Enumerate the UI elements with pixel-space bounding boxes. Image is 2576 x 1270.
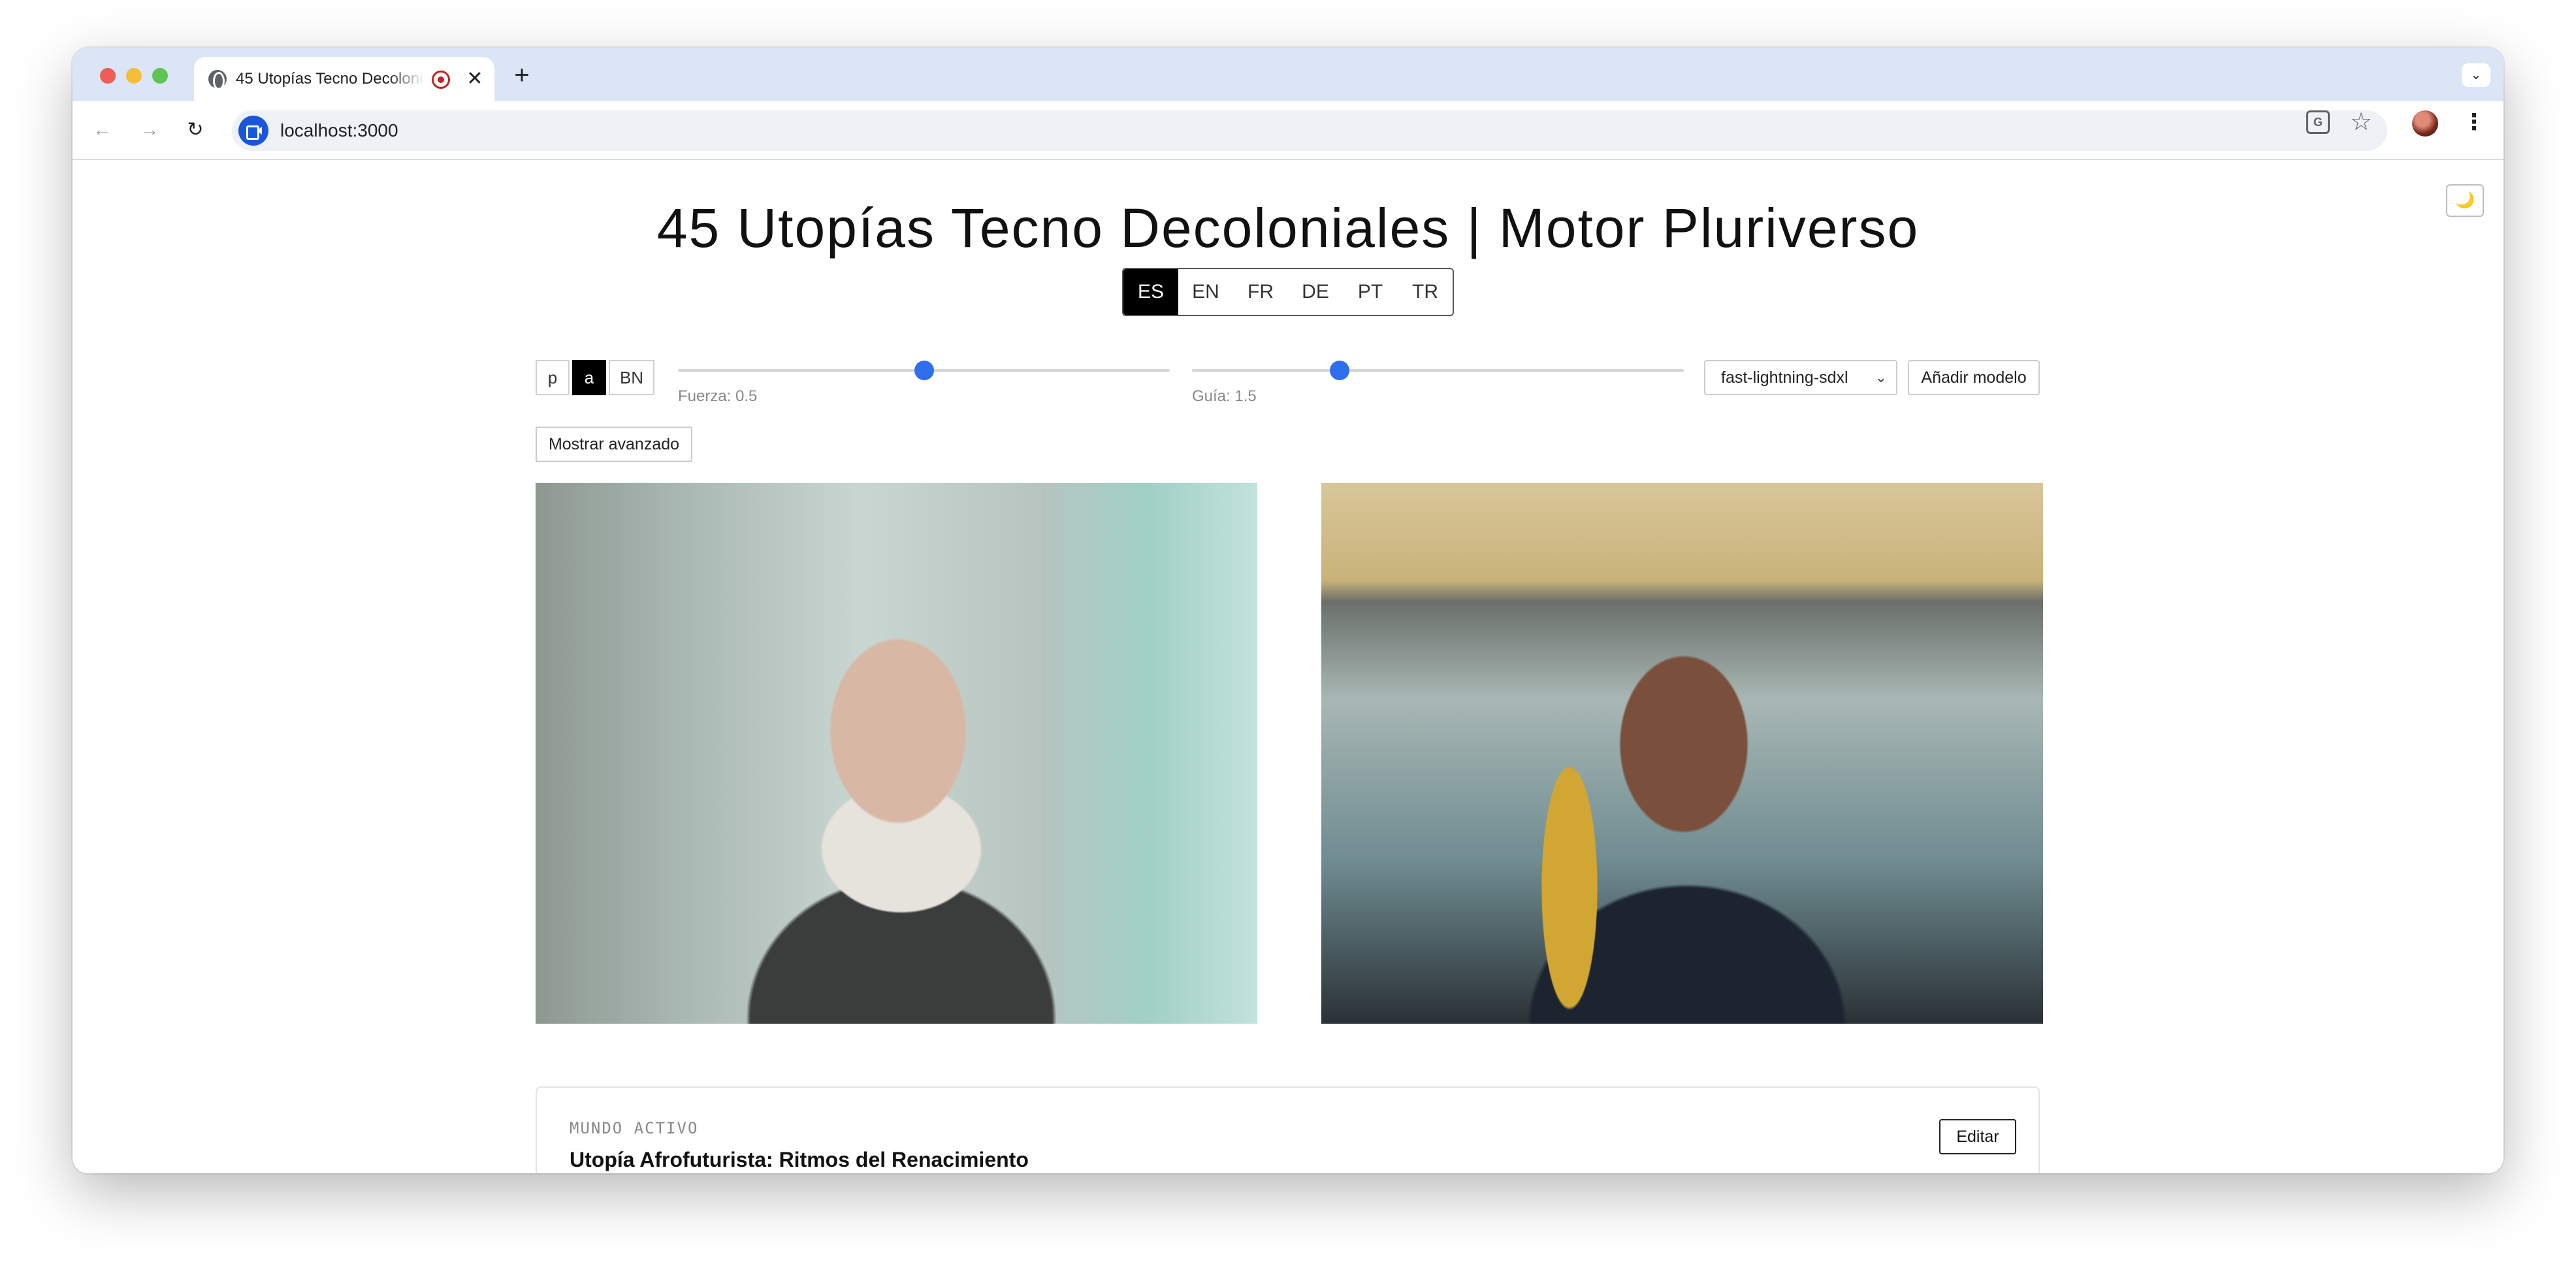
model-select[interactable]: fast-lightning-sdxl ⌄ [1704,360,1897,395]
close-window-button[interactable] [100,68,116,84]
bookmark-star-icon[interactable]: ☆ [2348,108,2374,137]
active-world-label: MUNDO ACTIVO [570,1119,699,1137]
recording-icon[interactable] [432,71,450,89]
globe-icon [208,70,227,90]
url-text[interactable]: localhost:3000 [280,120,398,141]
guidance-label: Guía: 1.5 [1192,387,1257,405]
lang-es-button[interactable]: ES [1123,269,1178,315]
camera-sharing-icon[interactable] [238,116,268,146]
mode-p-button[interactable]: p [536,360,570,395]
language-selector: ES EN FR DE PT TR [1122,268,1454,316]
active-world-title: Utopía Afrofuturista: Ritmos del Renacim… [570,1148,1029,1171]
lang-de-button[interactable]: DE [1288,269,1343,315]
new-tab-button[interactable]: + [509,62,535,88]
forward-button[interactable]: → [135,116,164,144]
reload-button[interactable]: ↻ [181,116,210,144]
edit-world-button[interactable]: Editar [1939,1119,2016,1154]
strength-slider[interactable] [678,361,1170,380]
profile-avatar[interactable] [2412,110,2438,137]
lang-en-button[interactable]: EN [1178,269,1233,315]
webcam-input-video [536,483,1257,1024]
add-model-button[interactable]: Añadir modelo [1908,360,2040,395]
model-select-value: fast-lightning-sdxl [1721,368,1848,387]
page-title: 45 Utopías Tecno Decoloniales | Motor Pl… [656,197,1920,259]
strength-label: Fuerza: 0.5 [678,387,758,405]
browser-menu-icon[interactable]: ⋮ [2463,108,2485,137]
mode-bn-button[interactable]: BN [609,360,654,395]
generated-output-image [1321,483,2043,1024]
tab-active[interactable]: 45 Utopías Tecno Decoloniales | Motor Pl… [194,57,494,101]
lang-fr-button[interactable]: FR [1233,269,1288,315]
tab-title: 45 Utopías Tecno Decoloniales | Motor Pl… [236,70,425,88]
mode-a-button[interactable]: a [572,360,606,395]
address-bar[interactable]: localhost:3000 [232,110,2387,151]
browser-window: 45 Utopías Tecno Decoloniales | Motor Pl… [72,48,2504,1173]
guidance-slider[interactable] [1192,361,1684,380]
guidance-slider-thumb[interactable] [1329,361,1349,380]
chevron-down-icon: ⌄ [1875,369,1887,385]
close-tab-icon[interactable]: ✕ [463,67,487,91]
lang-pt-button[interactable]: PT [1343,269,1398,315]
minimize-window-button[interactable] [126,68,142,84]
tab-search-chevron-icon[interactable]: ⌄ [2462,63,2490,87]
active-world-card: MUNDO ACTIVO Utopía Afrofuturista: Ritmo… [536,1086,2040,1173]
back-button[interactable]: ← [88,116,117,144]
browser-toolbar: ← → ↻ localhost:3000 [72,101,2504,160]
maximize-window-button[interactable] [152,68,168,84]
tab-strip: 45 Utopías Tecno Decoloniales | Motor Pl… [72,48,2504,101]
lang-tr-button[interactable]: TR [1398,269,1453,315]
strength-slider-thumb[interactable] [914,361,934,380]
show-advanced-button[interactable]: Mostrar avanzado [536,427,692,462]
translate-icon[interactable]: G [2306,110,2330,134]
